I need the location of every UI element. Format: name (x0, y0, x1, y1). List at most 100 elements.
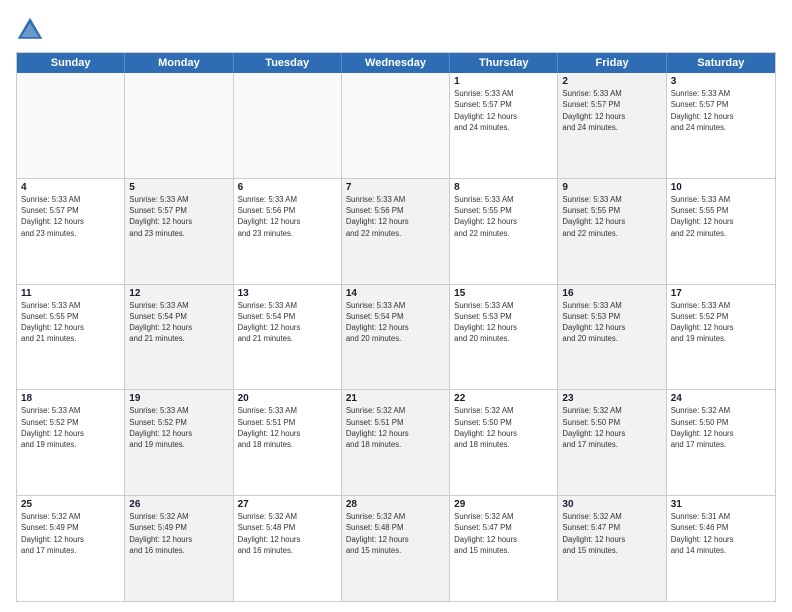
calendar-row-3: 11Sunrise: 5:33 AMSunset: 5:55 PMDayligh… (17, 285, 775, 391)
calendar: SundayMondayTuesdayWednesdayThursdayFrid… (16, 52, 776, 602)
header-day-thursday: Thursday (450, 53, 558, 73)
day-number: 14 (346, 288, 445, 299)
header-day-sunday: Sunday (17, 53, 125, 73)
day-cell-12: 12Sunrise: 5:33 AMSunset: 5:54 PMDayligh… (125, 285, 233, 390)
day-cell-2: 2Sunrise: 5:33 AMSunset: 5:57 PMDaylight… (558, 73, 666, 178)
day-cell-29: 29Sunrise: 5:32 AMSunset: 5:47 PMDayligh… (450, 496, 558, 601)
calendar-row-5: 25Sunrise: 5:32 AMSunset: 5:49 PMDayligh… (17, 496, 775, 601)
day-cell-30: 30Sunrise: 5:32 AMSunset: 5:47 PMDayligh… (558, 496, 666, 601)
day-cell-31: 31Sunrise: 5:31 AMSunset: 5:46 PMDayligh… (667, 496, 775, 601)
day-number: 16 (562, 288, 661, 299)
day-number: 6 (238, 182, 337, 193)
day-number: 31 (671, 499, 771, 510)
calendar-header: SundayMondayTuesdayWednesdayThursdayFrid… (17, 53, 775, 73)
day-number: 15 (454, 288, 553, 299)
day-info: Sunrise: 5:33 AMSunset: 5:57 PMDaylight:… (129, 194, 228, 239)
day-number: 29 (454, 499, 553, 510)
day-number: 7 (346, 182, 445, 193)
day-info: Sunrise: 5:33 AMSunset: 5:55 PMDaylight:… (562, 194, 661, 239)
day-number: 8 (454, 182, 553, 193)
day-info: Sunrise: 5:31 AMSunset: 5:46 PMDaylight:… (671, 511, 771, 556)
day-cell-3: 3Sunrise: 5:33 AMSunset: 5:57 PMDaylight… (667, 73, 775, 178)
day-number: 1 (454, 76, 553, 87)
logo (16, 16, 48, 44)
calendar-row-2: 4Sunrise: 5:33 AMSunset: 5:57 PMDaylight… (17, 179, 775, 285)
day-number: 30 (562, 499, 661, 510)
day-cell-13: 13Sunrise: 5:33 AMSunset: 5:54 PMDayligh… (234, 285, 342, 390)
day-number: 17 (671, 288, 771, 299)
day-number: 5 (129, 182, 228, 193)
day-number: 24 (671, 393, 771, 404)
day-info: Sunrise: 5:33 AMSunset: 5:52 PMDaylight:… (21, 405, 120, 450)
day-info: Sunrise: 5:32 AMSunset: 5:50 PMDaylight:… (454, 405, 553, 450)
day-cell-22: 22Sunrise: 5:32 AMSunset: 5:50 PMDayligh… (450, 390, 558, 495)
day-info: Sunrise: 5:32 AMSunset: 5:50 PMDaylight:… (671, 405, 771, 450)
empty-cell-0-3 (342, 73, 450, 178)
day-info: Sunrise: 5:32 AMSunset: 5:47 PMDaylight:… (562, 511, 661, 556)
day-number: 11 (21, 288, 120, 299)
day-number: 12 (129, 288, 228, 299)
day-info: Sunrise: 5:32 AMSunset: 5:48 PMDaylight:… (238, 511, 337, 556)
day-cell-16: 16Sunrise: 5:33 AMSunset: 5:53 PMDayligh… (558, 285, 666, 390)
day-cell-6: 6Sunrise: 5:33 AMSunset: 5:56 PMDaylight… (234, 179, 342, 284)
day-number: 4 (21, 182, 120, 193)
day-number: 13 (238, 288, 337, 299)
day-info: Sunrise: 5:33 AMSunset: 5:56 PMDaylight:… (346, 194, 445, 239)
day-number: 26 (129, 499, 228, 510)
day-info: Sunrise: 5:32 AMSunset: 5:49 PMDaylight:… (21, 511, 120, 556)
header-day-tuesday: Tuesday (234, 53, 342, 73)
day-info: Sunrise: 5:33 AMSunset: 5:54 PMDaylight:… (346, 300, 445, 345)
day-info: Sunrise: 5:33 AMSunset: 5:54 PMDaylight:… (238, 300, 337, 345)
day-info: Sunrise: 5:32 AMSunset: 5:50 PMDaylight:… (562, 405, 661, 450)
day-number: 18 (21, 393, 120, 404)
day-cell-27: 27Sunrise: 5:32 AMSunset: 5:48 PMDayligh… (234, 496, 342, 601)
day-info: Sunrise: 5:33 AMSunset: 5:52 PMDaylight:… (671, 300, 771, 345)
day-info: Sunrise: 5:33 AMSunset: 5:55 PMDaylight:… (454, 194, 553, 239)
day-cell-7: 7Sunrise: 5:33 AMSunset: 5:56 PMDaylight… (342, 179, 450, 284)
day-cell-23: 23Sunrise: 5:32 AMSunset: 5:50 PMDayligh… (558, 390, 666, 495)
day-cell-18: 18Sunrise: 5:33 AMSunset: 5:52 PMDayligh… (17, 390, 125, 495)
day-number: 27 (238, 499, 337, 510)
day-cell-15: 15Sunrise: 5:33 AMSunset: 5:53 PMDayligh… (450, 285, 558, 390)
day-cell-19: 19Sunrise: 5:33 AMSunset: 5:52 PMDayligh… (125, 390, 233, 495)
day-cell-28: 28Sunrise: 5:32 AMSunset: 5:48 PMDayligh… (342, 496, 450, 601)
day-number: 25 (21, 499, 120, 510)
day-cell-24: 24Sunrise: 5:32 AMSunset: 5:50 PMDayligh… (667, 390, 775, 495)
day-cell-10: 10Sunrise: 5:33 AMSunset: 5:55 PMDayligh… (667, 179, 775, 284)
day-info: Sunrise: 5:32 AMSunset: 5:47 PMDaylight:… (454, 511, 553, 556)
calendar-row-4: 18Sunrise: 5:33 AMSunset: 5:52 PMDayligh… (17, 390, 775, 496)
day-info: Sunrise: 5:33 AMSunset: 5:54 PMDaylight:… (129, 300, 228, 345)
header-day-wednesday: Wednesday (342, 53, 450, 73)
day-info: Sunrise: 5:33 AMSunset: 5:51 PMDaylight:… (238, 405, 337, 450)
day-info: Sunrise: 5:33 AMSunset: 5:55 PMDaylight:… (21, 300, 120, 345)
day-info: Sunrise: 5:33 AMSunset: 5:53 PMDaylight:… (454, 300, 553, 345)
day-cell-21: 21Sunrise: 5:32 AMSunset: 5:51 PMDayligh… (342, 390, 450, 495)
day-info: Sunrise: 5:33 AMSunset: 5:53 PMDaylight:… (562, 300, 661, 345)
day-cell-4: 4Sunrise: 5:33 AMSunset: 5:57 PMDaylight… (17, 179, 125, 284)
day-number: 28 (346, 499, 445, 510)
day-number: 22 (454, 393, 553, 404)
day-number: 3 (671, 76, 771, 87)
day-info: Sunrise: 5:33 AMSunset: 5:56 PMDaylight:… (238, 194, 337, 239)
day-number: 20 (238, 393, 337, 404)
day-cell-5: 5Sunrise: 5:33 AMSunset: 5:57 PMDaylight… (125, 179, 233, 284)
day-number: 19 (129, 393, 228, 404)
day-info: Sunrise: 5:33 AMSunset: 5:57 PMDaylight:… (21, 194, 120, 239)
empty-cell-0-0 (17, 73, 125, 178)
logo-icon (16, 16, 44, 44)
calendar-row-1: 1 Sunrise: 5:33 AMSunset: 5:57 PMDaylight… (17, 73, 775, 179)
day-info: Sunrise: 5:32 AMSunset: 5:49 PMDaylight:… (129, 511, 228, 556)
day-cell-1: 1Sunrise: 5:33 AMSunset: 5:57 PMDaylight… (450, 73, 558, 178)
day-cell-8: 8Sunrise: 5:33 AMSunset: 5:55 PMDaylight… (450, 179, 558, 284)
day-info: Sunrise: 5:33 AMSunset: 5:52 PMDaylight:… (129, 405, 228, 450)
day-number: 10 (671, 182, 771, 193)
page: SundayMondayTuesdayWednesdayThursdayFrid… (0, 0, 792, 612)
header-day-monday: Monday (125, 53, 233, 73)
day-info: Sunrise: 5:33 AMSunset: 5:57 PMDaylight:… (562, 88, 661, 133)
day-cell-11: 11Sunrise: 5:33 AMSunset: 5:55 PMDayligh… (17, 285, 125, 390)
header-day-saturday: Saturday (667, 53, 775, 73)
day-info: Sunrise: 5:32 AMSunset: 5:48 PMDaylight:… (346, 511, 445, 556)
day-cell-26: 26Sunrise: 5:32 AMSunset: 5:49 PMDayligh… (125, 496, 233, 601)
header-day-friday: Friday (558, 53, 666, 73)
empty-cell-0-1 (125, 73, 233, 178)
